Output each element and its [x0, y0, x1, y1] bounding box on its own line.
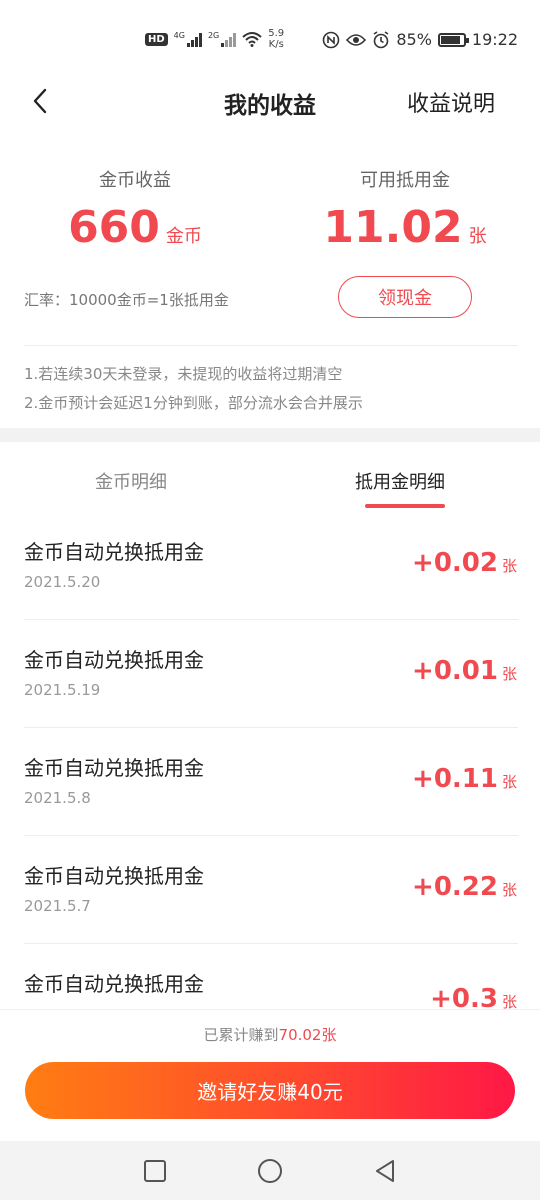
battery-icon [437, 32, 469, 47]
record-amount-value: +0.01 [412, 656, 498, 686]
list-item[interactable]: 金币自动兑换抵用金 2021.5.8 +0.11 张 [0, 728, 540, 836]
system-back-button[interactable] [372, 1158, 398, 1184]
back-button[interactable] [24, 82, 58, 120]
record-date: 2021.5.20 [24, 573, 101, 591]
triangle-back-icon [376, 1160, 394, 1182]
record-amount-value: +0.22 [412, 872, 498, 902]
record-date: 2021.5.19 [24, 681, 101, 699]
home-button[interactable] [257, 1158, 283, 1184]
coin-earnings-value: 660 [68, 202, 160, 253]
section-gap [0, 428, 540, 442]
exchange-rate-text: 汇率：10000金币=1张抵用金 [24, 291, 229, 309]
list-item[interactable]: 金币自动兑换抵用金 2021.5.20 +0.02 张 [0, 512, 540, 620]
record-amount: +0.02 张 [412, 548, 517, 578]
hd-badge: HD [145, 32, 168, 46]
chevron-left-icon [33, 88, 47, 114]
eye-icon [346, 33, 367, 46]
circle-icon [258, 1159, 282, 1183]
status-left: HD 4G 2G 5.9 K/s [145, 28, 284, 50]
total-earned-value: 70.02张 [278, 1026, 337, 1044]
list-item[interactable]: 金币自动兑换抵用金 2021.5.19 +0.01 张 [0, 620, 540, 728]
record-title: 金币自动兑换抵用金 [24, 648, 204, 672]
total-earned: 已累计赚到70.02张 [0, 1024, 540, 1045]
record-amount-unit: 张 [501, 993, 517, 1009]
coin-earnings-unit: 金币 [165, 226, 202, 247]
record-title: 金币自动兑换抵用金 [24, 540, 204, 564]
list-item[interactable]: 金币自动兑换抵用金 +0.3 张 [0, 944, 540, 1009]
status-bar: HD 4G 2G 5.9 K/s 85% 19:22 [0, 0, 540, 80]
note-line: 2.金币预计会延迟1分钟到账，部分流水会合并展示 [24, 394, 363, 412]
voucher-balance-unit: 张 [468, 226, 487, 247]
app-header: 我的收益 收益说明 [0, 76, 540, 126]
record-title: 金币自动兑换抵用金 [24, 864, 204, 888]
earnings-info-link[interactable]: 收益说明 [407, 86, 495, 118]
record-amount-value: +0.3 [430, 984, 498, 1009]
system-nav-bar [0, 1141, 540, 1200]
voucher-balance-value: 11.02 [323, 202, 463, 253]
summary-divider [24, 345, 518, 346]
record-amount-unit: 张 [501, 557, 517, 575]
net-label-2g: 2G [207, 31, 220, 40]
signal-4g-icon: 4G [174, 31, 202, 47]
record-amount: +0.3 张 [430, 984, 517, 1009]
earnings-notes: 1.若连续30天未登录，未提现的收益将过期清空 2.金币预计会延迟1分钟到账，部… [24, 360, 363, 418]
wifi-icon [242, 32, 262, 47]
record-amount-value: +0.02 [412, 548, 498, 578]
net-label-4g: 4G [173, 31, 185, 40]
list-item[interactable]: 金币自动兑换抵用金 2021.5.7 +0.22 张 [0, 836, 540, 944]
total-earned-label: 已累计赚到 [203, 1026, 279, 1044]
clock: 19:22 [471, 30, 518, 49]
record-title: 金币自动兑换抵用金 [24, 756, 204, 780]
nfc-icon [323, 31, 340, 48]
record-date: 2021.5.7 [24, 897, 91, 915]
speed-value: 5.9 [268, 28, 285, 39]
record-amount: +0.22 张 [412, 872, 517, 902]
alarm-icon [373, 30, 389, 48]
bottom-bar: 已累计赚到70.02张 邀请好友赚40元 [0, 1009, 540, 1141]
square-icon [144, 1160, 166, 1182]
withdraw-cash-button[interactable]: 领现金 [338, 276, 472, 318]
coin-earnings-label: 金币收益 [99, 170, 171, 191]
tab-voucher-details[interactable]: 抵用金明细 [355, 468, 445, 494]
record-amount: +0.11 张 [412, 764, 517, 794]
record-amount: +0.01 张 [412, 656, 517, 686]
tab-coin-details[interactable]: 金币明细 [95, 468, 167, 494]
record-date: 2021.5.8 [24, 789, 91, 807]
battery-percent: 85% [396, 30, 432, 49]
battery-fill [440, 35, 460, 44]
record-amount-value: +0.11 [412, 764, 498, 794]
record-amount-unit: 张 [501, 665, 517, 683]
signal-2g-icon: 2G [207, 31, 237, 47]
record-title: 金币自动兑换抵用金 [24, 972, 204, 996]
invite-friends-button[interactable]: 邀请好友赚40元 [25, 1062, 515, 1119]
record-amount-unit: 张 [501, 881, 517, 899]
voucher-balance: 可用抵用金 11.02 张 [270, 166, 540, 252]
status-right: 85% 19:22 [322, 30, 518, 49]
voucher-records-list[interactable]: 金币自动兑换抵用金 2021.5.20 +0.02 张 金币自动兑换抵用金 20… [0, 512, 540, 1009]
detail-tabs: 金币明细 抵用金明细 [0, 468, 540, 512]
coin-earnings: 金币收益 660 金币 [0, 166, 270, 252]
active-tab-indicator [365, 504, 445, 508]
voucher-balance-label: 可用抵用金 [360, 170, 450, 191]
speed-unit: K/s [268, 39, 284, 50]
record-amount-unit: 张 [501, 773, 517, 791]
network-speed: 5.9 K/s [268, 28, 284, 50]
recent-apps-button[interactable] [142, 1158, 168, 1184]
note-line: 1.若连续30天未登录，未提现的收益将过期清空 [24, 365, 343, 383]
